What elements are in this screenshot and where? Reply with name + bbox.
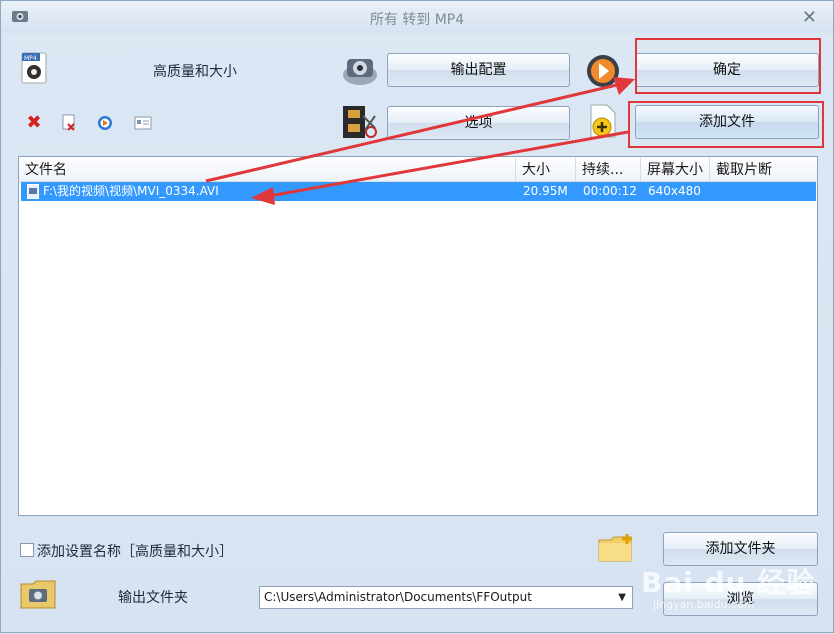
options-film-icon — [343, 106, 377, 138]
options-button[interactable]: 选项 — [387, 106, 570, 140]
column-resolution[interactable]: 屏幕大小 — [641, 157, 710, 181]
column-size[interactable]: 大小 — [516, 157, 576, 181]
list-header: 文件名 大小 持续... 屏幕大小 截取片断 — [19, 157, 817, 182]
app-window: 所有 转到 MP4 ✕ MP4 高质量和大小 输出配置 确定 ✖ 选项 添加文件… — [0, 0, 834, 633]
mp4-profile-icon[interactable]: MP4 — [19, 51, 49, 85]
output-config-icon — [343, 59, 377, 85]
window-title: 所有 转到 MP4 — [369, 12, 465, 28]
profile-name[interactable]: 高质量和大小 — [153, 61, 237, 81]
annotation-box-ok — [635, 38, 821, 94]
append-setting-checkbox[interactable] — [20, 543, 34, 557]
annotation-box-add-file — [628, 101, 824, 148]
info-icon[interactable] — [134, 114, 152, 132]
output-path-select[interactable]: C:\Users\Administrator\Documents\FFOutpu… — [259, 586, 633, 609]
output-folder-label: 输出文件夹 — [118, 590, 188, 606]
column-filename[interactable]: 文件名 — [19, 157, 516, 181]
cell-size: 20.95M — [523, 184, 568, 198]
title-bar: 所有 转到 MP4 ✕ — [1, 1, 833, 33]
cell-duration: 00:00:12 — [583, 184, 637, 198]
dropdown-arrow-icon[interactable]: ▼ — [618, 587, 626, 608]
cell-filename: F:\我的视频\视频\MVI_0334.AVI — [43, 184, 219, 198]
output-folder-icon[interactable] — [19, 578, 59, 610]
output-config-button[interactable]: 输出配置 — [387, 53, 570, 87]
output-path-value: C:\Users\Administrator\Documents\FFOutpu… — [264, 590, 532, 604]
add-folder-icon — [598, 534, 632, 562]
add-file-icon — [590, 104, 616, 138]
svg-text:MP4: MP4 — [24, 55, 37, 62]
remove-icon[interactable] — [60, 114, 78, 132]
delete-icon[interactable]: ✖ — [25, 114, 43, 132]
append-setting-label[interactable]: 添加设置名称［高质量和大小］ — [37, 541, 233, 561]
column-duration[interactable]: 持续... — [576, 157, 641, 181]
ok-arrow-icon — [587, 55, 619, 87]
watermark-logo: Bai du 经验 — [641, 566, 816, 599]
play-icon[interactable] — [96, 114, 114, 132]
video-file-icon — [27, 184, 39, 199]
watermark-url: jingyan.baidu.com — [653, 598, 755, 611]
column-clip[interactable]: 截取片断 — [710, 157, 817, 181]
cell-resolution: 640x480 — [648, 184, 701, 198]
file-list[interactable]: 文件名 大小 持续... 屏幕大小 截取片断 F:\我的视频\视频\MVI_03… — [18, 156, 818, 516]
close-icon[interactable]: ✕ — [802, 7, 817, 28]
table-row[interactable]: F:\我的视频\视频\MVI_0334.AVI 20.95M 00:00:12 … — [21, 182, 816, 201]
